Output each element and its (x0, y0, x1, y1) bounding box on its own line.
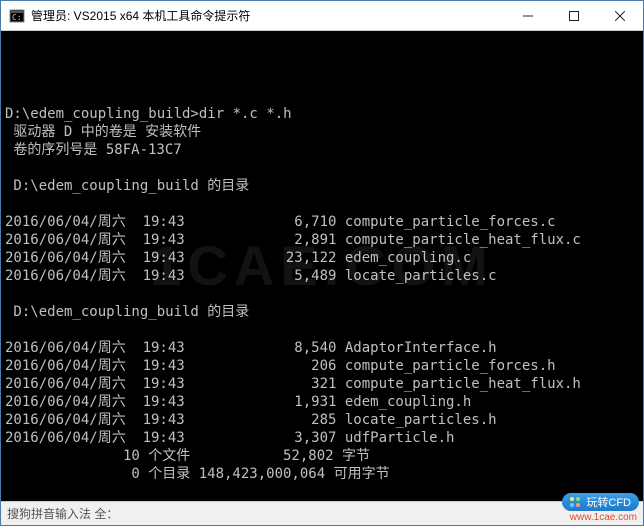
terminal-line: D:\edem_coupling_build 的目录 (5, 303, 639, 321)
terminal-line (5, 195, 639, 213)
terminal-line: 2016/06/04/周六 19:43 6,710 compute_partic… (5, 213, 639, 231)
terminal-line: 2016/06/04/周六 19:43 2,891 compute_partic… (5, 231, 639, 249)
terminal-line: 2016/06/04/周六 19:43 3,307 udfParticle.h (5, 429, 639, 447)
svg-text:C:: C: (12, 13, 22, 22)
terminal-output[interactable]: 1CAE.COM D:\edem_coupling_build>dir *.c … (1, 31, 643, 501)
terminal-line: 2016/06/04/周六 19:43 5,489 locate_particl… (5, 267, 639, 285)
terminal-line (5, 321, 639, 339)
terminal-line: D:\edem_coupling_build 的目录 (5, 177, 639, 195)
close-button[interactable] (597, 1, 643, 30)
ime-status-text: 搜狗拼音输入法 全： (7, 505, 637, 522)
maximize-button[interactable] (551, 1, 597, 30)
terminal-line: 2016/06/04/周六 19:43 1,931 edem_coupling.… (5, 393, 639, 411)
window-title: 管理员: VS2015 x64 本机工具命令提示符 (31, 7, 505, 24)
terminal-line: 0 个目录 148,423,000,064 可用字节 (5, 465, 639, 483)
terminal-line (5, 285, 639, 303)
terminal-line: D:\edem_coupling_build>dir *.c *.h (5, 105, 639, 123)
ime-status-bar: 搜狗拼音输入法 全： 玩转CFD www.1cae.com (1, 501, 643, 525)
terminal-line (5, 159, 639, 177)
terminal-line (5, 483, 639, 501)
terminal-line: 驱动器 D 中的卷是 安装软件 (5, 123, 639, 141)
terminal-line: 2016/06/04/周六 19:43 8,540 AdaptorInterfa… (5, 339, 639, 357)
terminal-line: 2016/06/04/周六 19:43 23,122 edem_coupling… (5, 249, 639, 267)
minimize-button[interactable] (505, 1, 551, 30)
terminal-line: 卷的序列号是 58FA-13C7 (5, 141, 639, 159)
terminal-line: 2016/06/04/周六 19:43 285 locate_particles… (5, 411, 639, 429)
terminal-line: 2016/06/04/周六 19:43 206 compute_particle… (5, 357, 639, 375)
terminal-line: 2016/06/04/周六 19:43 321 compute_particle… (5, 375, 639, 393)
titlebar: C: 管理员: VS2015 x64 本机工具命令提示符 (1, 1, 643, 31)
terminal-line (5, 87, 639, 105)
app-window: C: 管理员: VS2015 x64 本机工具命令提示符 1CAE.COM D:… (0, 0, 644, 526)
terminal-line: 10 个文件 52,802 字节 (5, 447, 639, 465)
app-icon: C: (9, 8, 25, 24)
